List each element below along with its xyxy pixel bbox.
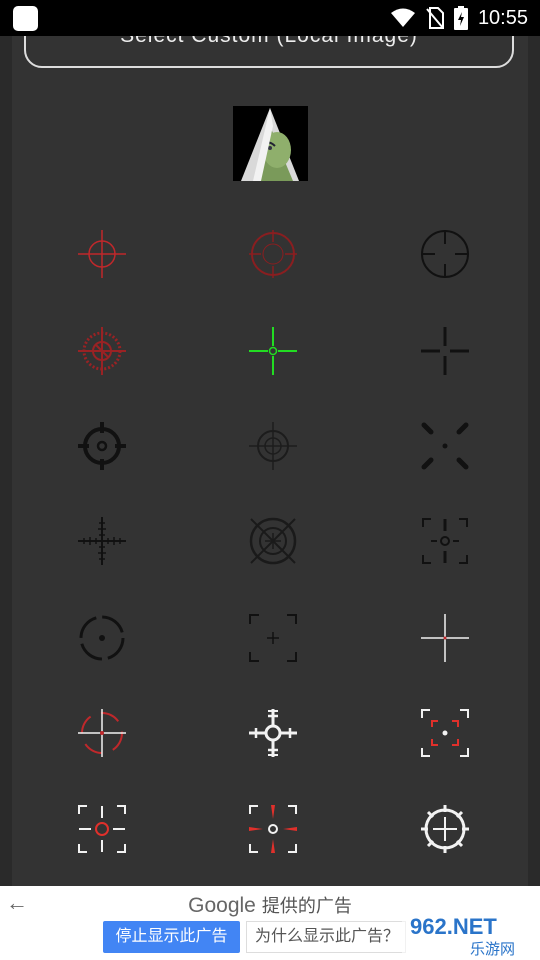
crosshair-icon (422, 518, 468, 564)
crosshair-green[interactable] (223, 311, 323, 391)
stop-ad-button[interactable]: 停止显示此广告 (103, 921, 240, 953)
crosshair-icon (78, 709, 126, 757)
crosshair-icon (249, 805, 297, 853)
ad-banner: ← Google 提供的广告 停止显示此广告 为什么显示此广告？ 962.NET … (0, 886, 540, 960)
crosshair-red-dotted[interactable] (52, 311, 152, 391)
crosshair-icon (249, 517, 297, 565)
status-icons: 10:55 (390, 0, 528, 36)
crosshair-white-red-scope[interactable] (52, 693, 152, 773)
google-logo: Google (188, 894, 256, 917)
crosshair-bracket-dot[interactable] (395, 501, 495, 581)
crosshair-square-bracket[interactable] (223, 598, 323, 678)
ad-title-text: 提供的广告 (261, 896, 352, 916)
app-notification-icon (13, 6, 38, 31)
crosshair-icon (421, 327, 469, 375)
crosshair-icon (78, 805, 126, 853)
select-custom-button[interactable]: Select Custom (Local Image) (24, 36, 514, 68)
crosshair-icon (249, 709, 297, 757)
crosshair-icon (421, 422, 469, 470)
crosshair-icon (249, 230, 297, 278)
crosshair-white-red-circle[interactable] (52, 789, 152, 869)
watermark-text: 962.NET (410, 914, 497, 939)
crosshair-icon (78, 230, 126, 278)
portrait-image (233, 106, 308, 181)
crosshair-icon (421, 230, 469, 278)
status-time: 10:55 (477, 6, 528, 29)
why-ad-button[interactable]: 为什么显示此广告？ (246, 921, 406, 953)
crosshair-icon (78, 327, 126, 375)
crosshair-black-circle[interactable] (395, 214, 495, 294)
crosshair-white-thin[interactable] (395, 598, 495, 678)
crosshair-icon (421, 709, 469, 757)
custom-image-preview[interactable] (233, 106, 308, 181)
crosshair-icon (78, 517, 126, 565)
watermark-subtext: 乐游网 (470, 940, 515, 958)
crosshair-dark-double[interactable] (223, 406, 323, 486)
crosshair-icon (421, 805, 469, 853)
crosshair-panel: Select Custom (Local Image) (12, 36, 528, 886)
crosshair-icon (249, 327, 297, 375)
crosshair-ticked-plus[interactable] (52, 501, 152, 581)
crosshair-red-thin[interactable] (52, 214, 152, 294)
crosshair-black-plus[interactable] (395, 311, 495, 391)
status-bar: 10:55 (0, 0, 540, 36)
wifi-icon (390, 8, 415, 27)
crosshair-icon (249, 422, 297, 470)
crosshair-white-red-arrow[interactable] (223, 789, 323, 869)
crosshair-dashed-circle[interactable] (52, 598, 152, 678)
site-watermark: 962.NET 乐游网 (402, 910, 534, 958)
crosshair-white-heavy[interactable] (223, 693, 323, 773)
crosshair-icon (249, 614, 297, 662)
crosshair-black-bold[interactable] (52, 406, 152, 486)
crosshair-white-gear[interactable] (395, 789, 495, 869)
crosshair-icon (79, 615, 125, 661)
crosshair-icon (78, 422, 126, 470)
crosshair-circle-x[interactable] (223, 501, 323, 581)
crosshair-corner-dots[interactable] (395, 406, 495, 486)
crosshair-red-circle[interactable] (223, 214, 323, 294)
battery-icon (453, 6, 468, 30)
crosshair-white-red-bracket[interactable] (395, 693, 495, 773)
no-sim-icon (426, 7, 444, 29)
crosshair-icon (421, 614, 469, 662)
